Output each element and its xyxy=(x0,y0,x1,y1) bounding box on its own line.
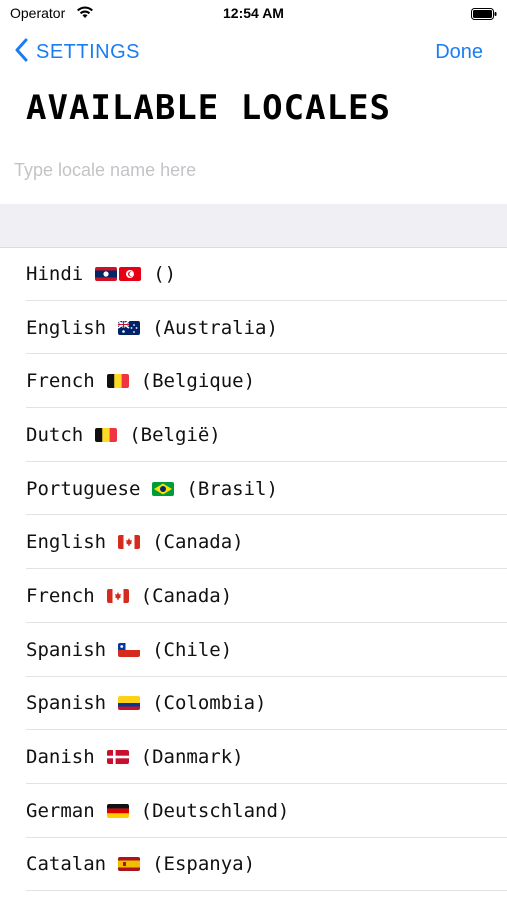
clock: 12:54 AM xyxy=(223,5,284,21)
locale-region: (België) xyxy=(129,423,221,446)
canada-flag-icon xyxy=(106,588,129,603)
list-item[interactable]: English (Canada) xyxy=(0,515,507,569)
status-bar: Operator 12:54 AM xyxy=(0,0,507,28)
belgium-flag-icon xyxy=(106,374,129,389)
locale-region: (Colombia) xyxy=(152,692,267,715)
locale-language: French xyxy=(26,584,95,607)
navigation-bar: SETTINGS Done xyxy=(0,30,507,76)
locale-region: (Brasil) xyxy=(186,477,278,500)
page-title: AVAILABLE LOCALES xyxy=(26,88,391,128)
list-item[interactable]: Danish (Danmark) xyxy=(0,730,507,784)
canada-flag-icon xyxy=(118,535,141,550)
locale-region: (Canada) xyxy=(152,531,244,554)
list-item[interactable]: Hindi () xyxy=(0,247,507,301)
locale-region: (Australia) xyxy=(152,316,278,339)
belgium-flag-icon xyxy=(95,427,118,442)
list-item[interactable]: English (Australia) xyxy=(0,301,507,355)
list-item[interactable]: Catalan (Espanya) xyxy=(0,838,507,892)
done-button[interactable]: Done xyxy=(435,41,483,64)
locale-region: (Danmark) xyxy=(140,746,244,769)
locale-region: (Belgique) xyxy=(140,370,256,393)
locale-region: (Deutschland) xyxy=(140,799,290,822)
list-item[interactable]: German (Deutschland) xyxy=(0,784,507,838)
list-item[interactable]: French (Belgique) xyxy=(0,354,507,408)
colombia-flag-icon xyxy=(118,696,141,711)
locale-region: (Espanya) xyxy=(152,853,256,876)
locale-language: Spanish xyxy=(26,692,107,715)
locale-language: English xyxy=(26,316,107,339)
battery-icon xyxy=(471,7,497,20)
locale-language: Spanish xyxy=(26,638,107,661)
locale-region: (Chile) xyxy=(152,638,233,661)
locale-language: Portuguese xyxy=(26,477,141,500)
locale-language: Hindi xyxy=(26,262,84,285)
australia-flag-icon xyxy=(118,320,141,335)
locale-language: German xyxy=(26,799,95,822)
list-item[interactable]: Spanish (Chile) xyxy=(0,623,507,677)
list-item[interactable]: Dutch (België) xyxy=(0,408,507,462)
chile-flag-icon xyxy=(118,642,141,657)
section-header xyxy=(0,204,507,248)
search-input[interactable] xyxy=(14,156,494,184)
chevron-left-icon xyxy=(14,38,28,67)
locale-list: Hindi () English (Australia) French (Bel… xyxy=(0,247,507,891)
locale-region: (Canada) xyxy=(140,584,233,607)
locale-language: Catalan xyxy=(26,853,107,876)
locale-language: Danish xyxy=(26,746,95,769)
back-button[interactable]: SETTINGS xyxy=(14,38,140,67)
locale-language: French xyxy=(26,370,95,393)
spain-flag-icon xyxy=(118,857,141,872)
laos-tunisia-flags-icon xyxy=(95,266,142,281)
denmark-flag-icon xyxy=(106,750,129,765)
germany-flag-icon xyxy=(106,803,129,818)
list-item[interactable]: French (Canada) xyxy=(0,569,507,623)
locale-language: English xyxy=(26,531,107,554)
locale-language: Dutch xyxy=(26,423,84,446)
brazil-flag-icon xyxy=(152,481,175,496)
locale-region: () xyxy=(153,262,177,285)
list-item[interactable]: Portuguese (Brasil) xyxy=(0,462,507,516)
back-button-label: SETTINGS xyxy=(36,41,141,63)
list-item[interactable]: Spanish (Colombia) xyxy=(0,677,507,731)
